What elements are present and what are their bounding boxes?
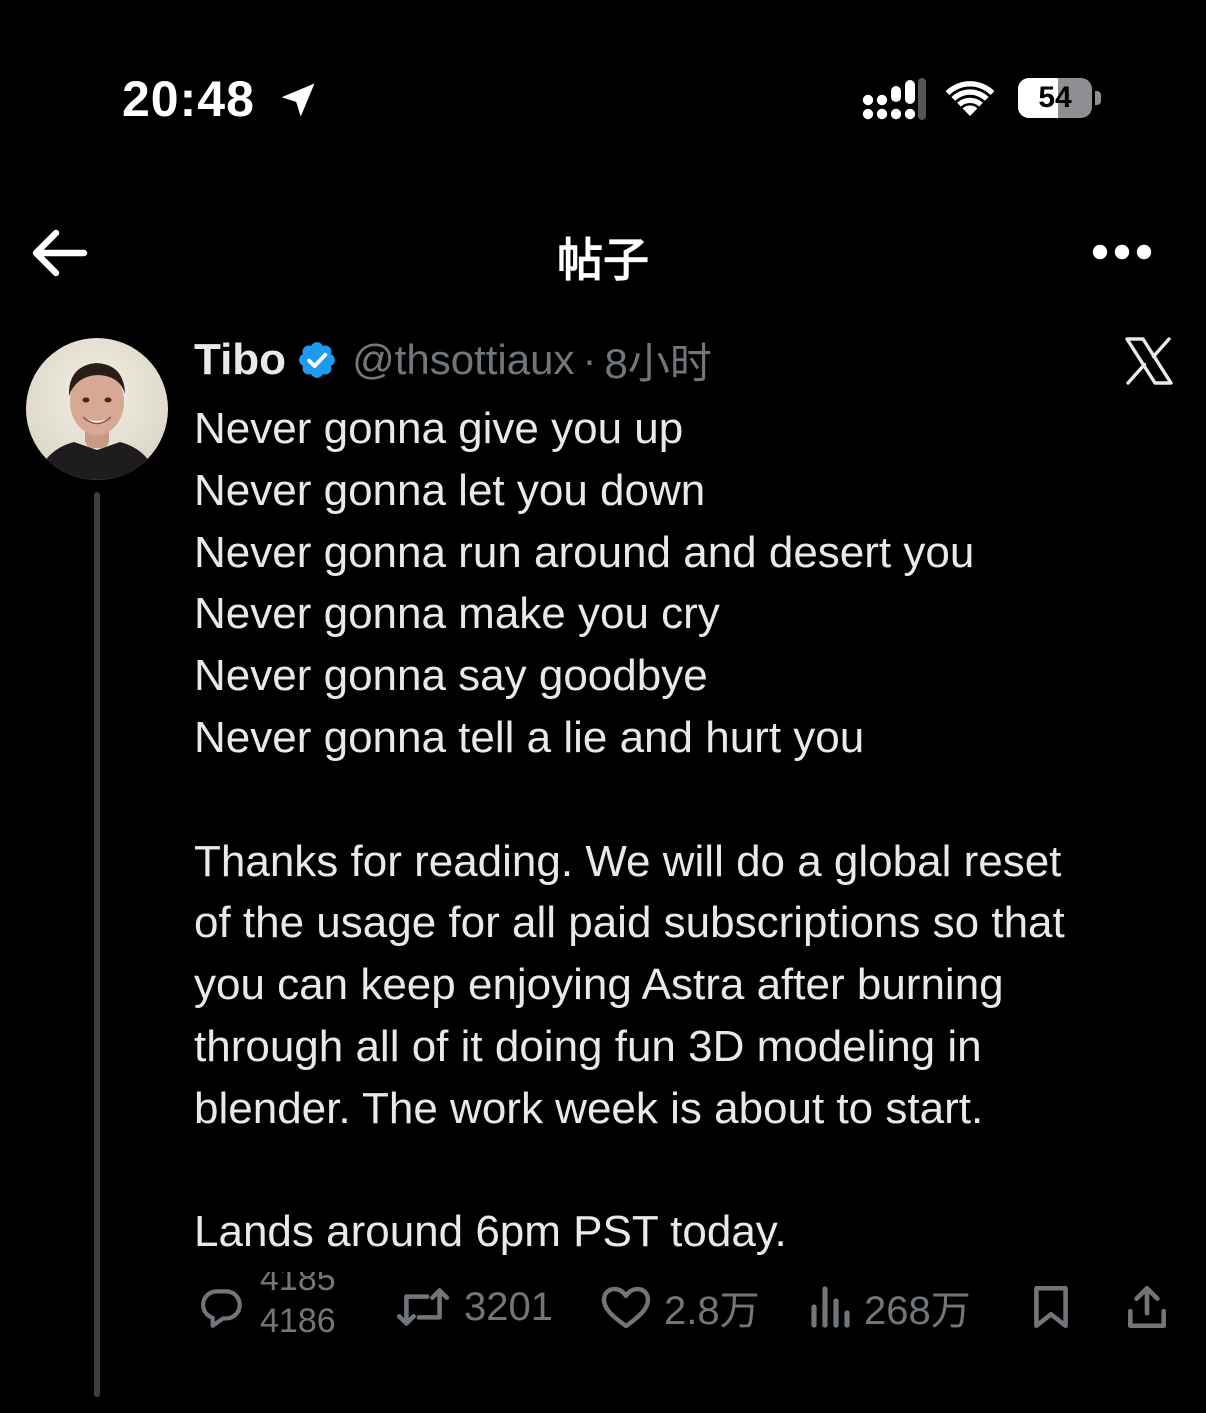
x-logo-icon [1125,337,1173,385]
author-handle[interactable]: @thsottiaux [352,336,574,384]
post-header: Tibo @thsottiaux · 8小时 [194,330,712,390]
battery-indicator: 54 [1018,78,1102,118]
repost-count: 3201 [464,1284,553,1329]
like-count: 2.8万 [664,1289,760,1333]
arrow-left-icon[interactable] [30,226,88,280]
nav-bar: 帖子 [0,200,1206,310]
thread-line [94,492,100,1397]
more-horizontal-icon[interactable] [1090,232,1154,272]
bookmark-icon [1034,1285,1068,1329]
heart-icon [601,1286,651,1329]
wifi-icon [945,81,995,116]
separator-dot: · [582,336,597,383]
reply-count: 4186 [260,1302,336,1340]
reply-count-previous: 4185 [260,1272,336,1298]
post-action-bar: 4185 4186 3201 2.8万 268万 [194,1272,1184,1342]
author-display-name[interactable]: Tibo [194,335,286,385]
post-time[interactable]: 8小时 [604,330,711,391]
post-text-line: Never gonna make you cry [194,589,720,639]
status-bar: 20:48 54 [0,0,1206,190]
post-text-line: Never gonna tell a lie and hurt you [194,712,865,762]
page-title: 帖子 [557,234,649,286]
post-text-line: Lands around 6pm PST today. [194,1207,787,1257]
views-count: 268万 [864,1289,971,1333]
views-button[interactable]: 268万 [808,1272,971,1342]
post-text: Never gonna give you up Never gonna let y… [194,398,1184,1263]
status-time: 20:48 [122,71,255,127]
post-text-line: Never gonna run around and desert you [194,527,975,577]
post-text-line: Never gonna let you down [194,465,706,515]
post-text-line: of the usage for all paid subscriptions … [194,898,1065,948]
location-arrow-icon [281,83,315,117]
post-text-line: you can keep enjoying Astra after burnin… [194,960,1004,1010]
reply-button[interactable]: 4185 4186 [196,1272,356,1342]
like-button[interactable]: 2.8万 [600,1272,760,1342]
reply-icon [201,1289,242,1328]
post-text-line: Never gonna give you up [194,404,684,453]
repost-icon [396,1288,450,1326]
post-text-line: blender. The work week is about to start… [194,1083,984,1133]
avatar-photo [26,338,168,480]
repost-button[interactable]: 3201 [394,1272,553,1342]
views-chart-icon [811,1286,850,1328]
verified-badge-icon [299,342,335,378]
cellular-signal-icon [862,78,926,120]
share-button[interactable] [1122,1272,1172,1342]
post-text-line: Never gonna say goodbye [194,651,708,701]
bookmark-button[interactable] [1026,1272,1076,1342]
share-icon [1128,1285,1166,1329]
battery-level: 54 [1038,81,1072,114]
post-text-line: through all of it doing fun 3D modeling … [194,1021,982,1071]
post-text-line: Thanks for reading. We will do a global … [194,836,1062,886]
avatar[interactable] [26,338,168,480]
